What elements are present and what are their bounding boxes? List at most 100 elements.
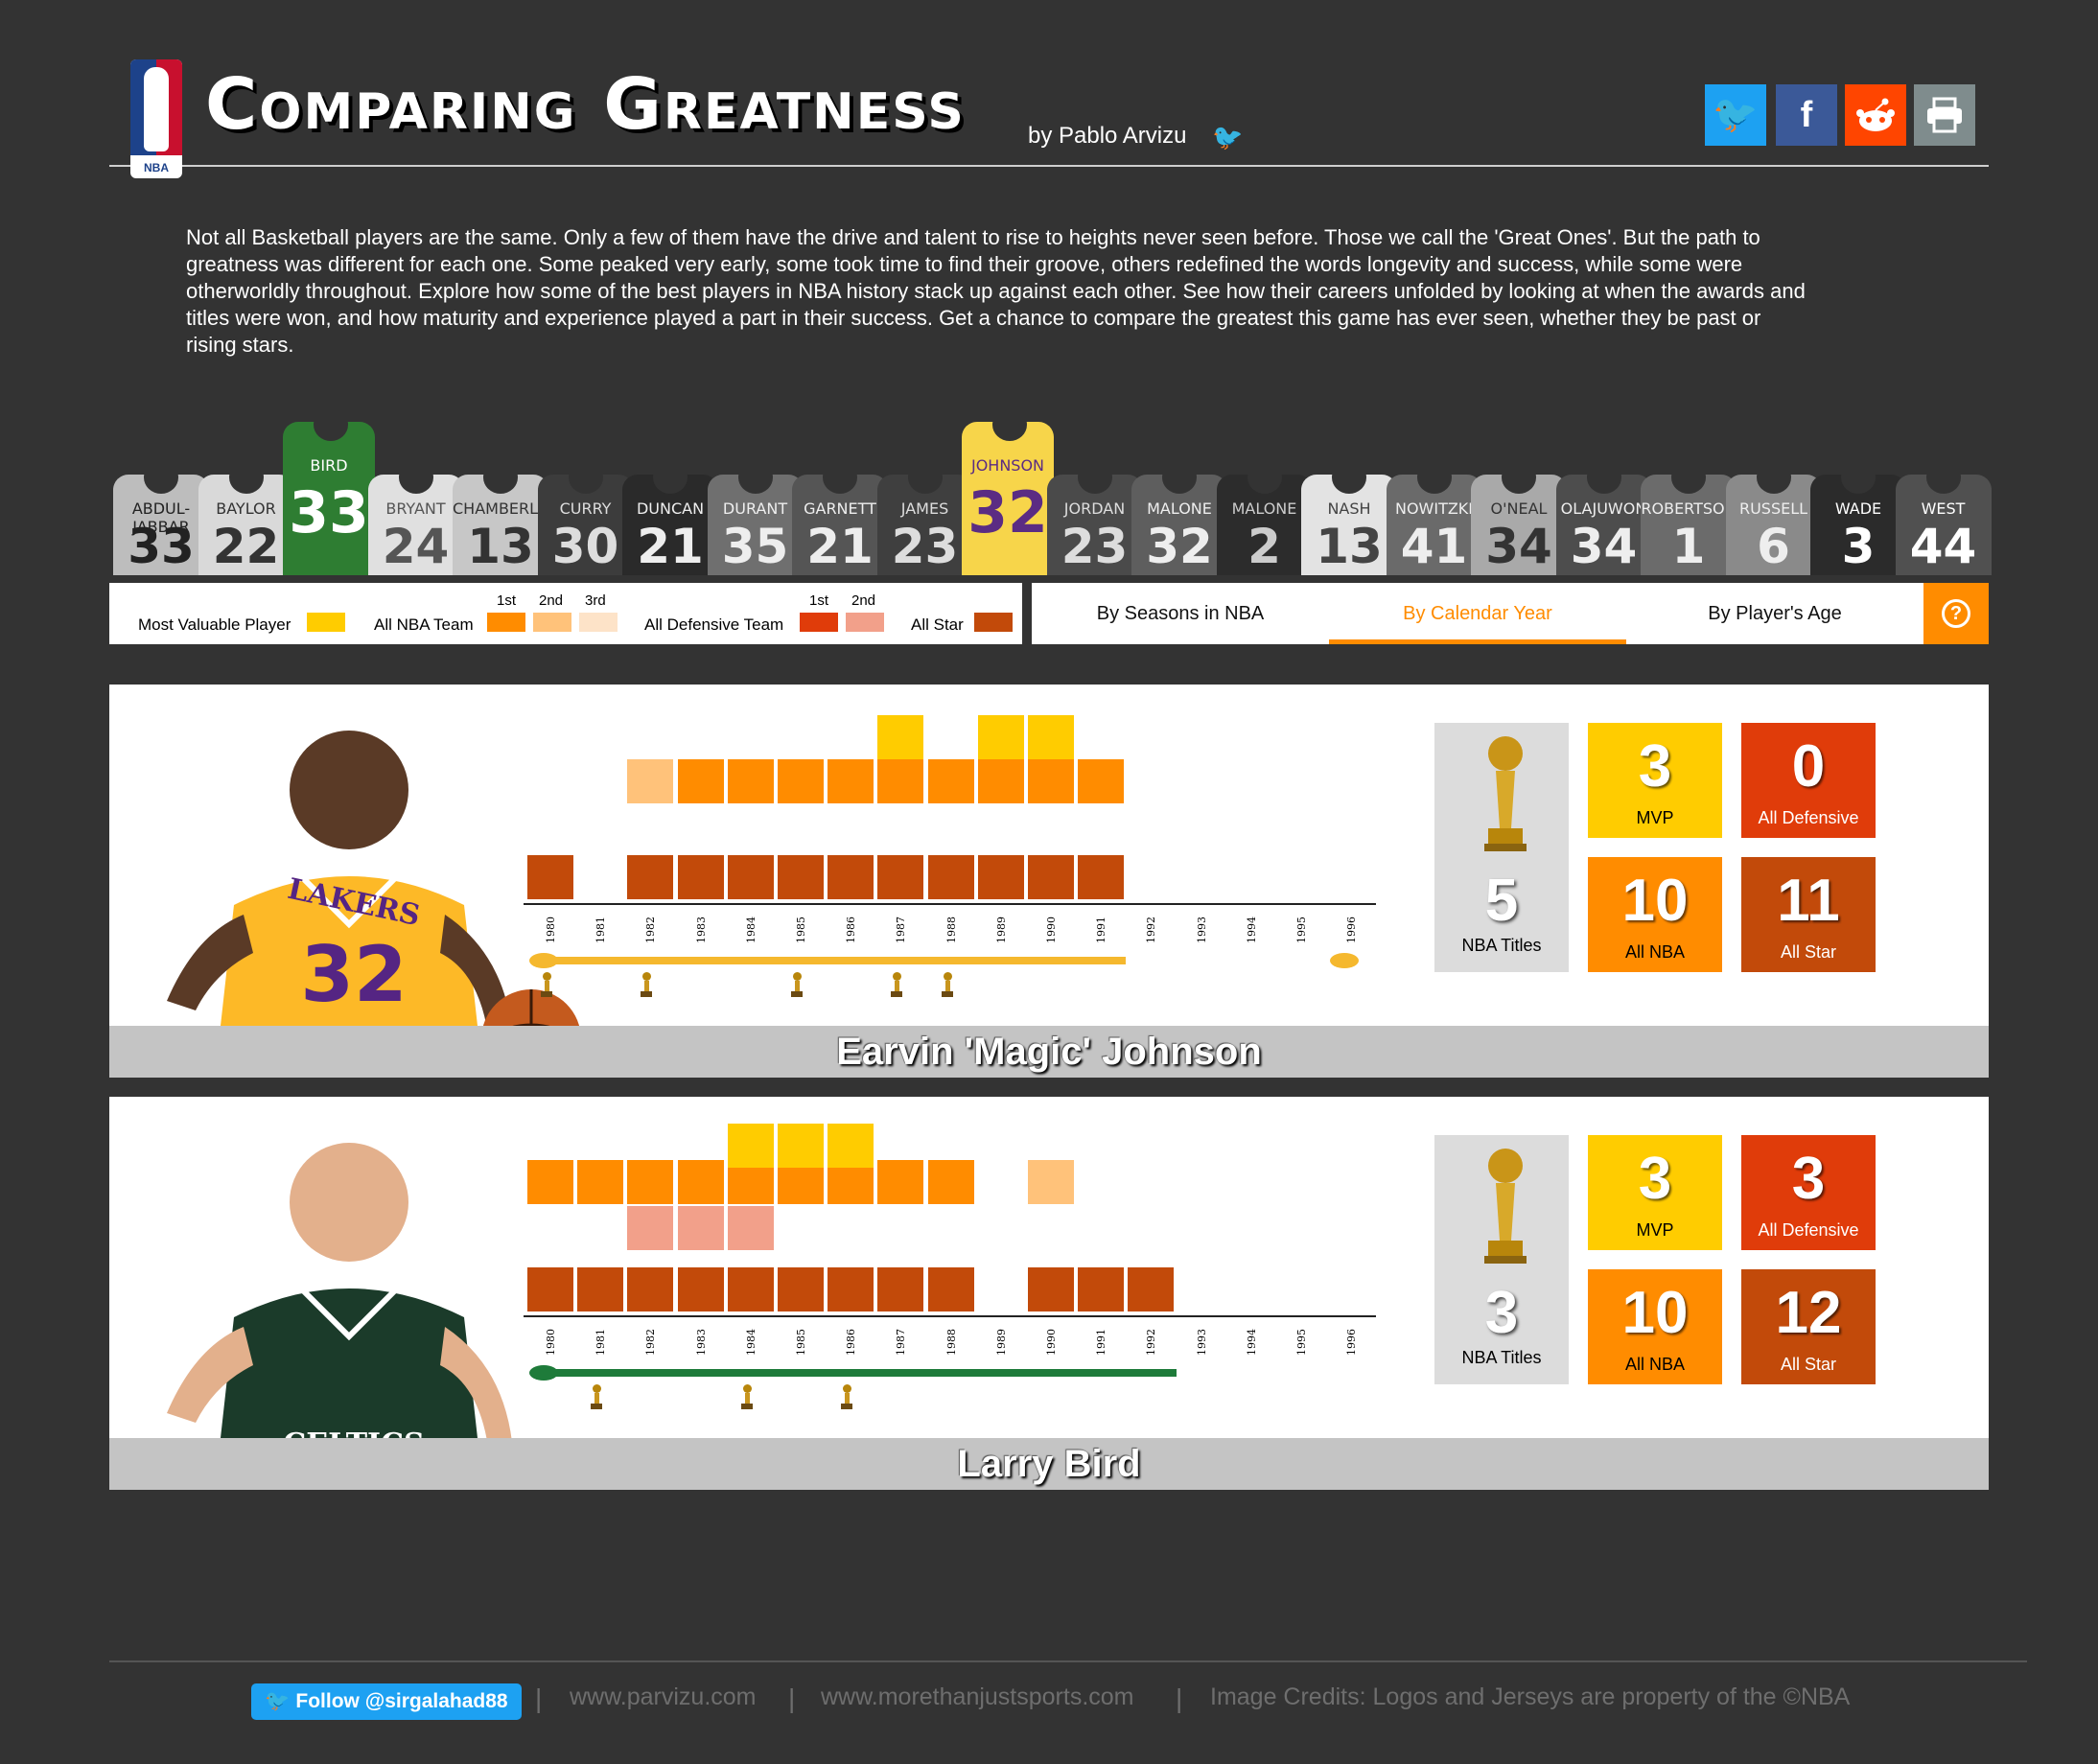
all-star-cell[interactable]	[778, 1267, 824, 1311]
championship-trophy-icon[interactable]	[941, 972, 953, 999]
follow-button[interactable]: 🐦 Follow @sirgalahad88	[251, 1683, 522, 1720]
championship-trophy-icon[interactable]	[841, 1384, 853, 1411]
jersey-number: 23	[891, 519, 959, 574]
jersey-james[interactable]: JAMES 23	[876, 475, 973, 575]
footer-link-morethanjustsports[interactable]: www.morethanjustsports.com	[821, 1683, 1134, 1711]
facebook-share-button[interactable]: f	[1776, 84, 1837, 146]
jersey-jordan[interactable]: JORDAN 23	[1046, 475, 1143, 575]
all-star-cell[interactable]	[778, 855, 824, 899]
all-nba-cell[interactable]	[778, 759, 824, 803]
jersey-collar	[144, 475, 178, 494]
championship-trophy-icon[interactable]	[641, 972, 653, 999]
legend-nba-1st: 1st	[497, 592, 517, 609]
mvp-cell[interactable]	[727, 1124, 774, 1168]
championship-trophy-icon[interactable]	[891, 972, 903, 999]
all-star-cell[interactable]	[927, 855, 974, 899]
all-star-cell[interactable]	[877, 855, 924, 899]
jersey-olajuwon[interactable]: OLAJUWON 34	[1555, 475, 1652, 575]
mvp-cell[interactable]	[828, 1124, 874, 1168]
championship-trophy-icon[interactable]	[541, 972, 552, 999]
jersey-oneal[interactable]: O'NEAL 34	[1471, 475, 1567, 575]
tab-seasons[interactable]: By Seasons in NBA	[1032, 583, 1329, 644]
year-tick-label: 1990	[1045, 917, 1058, 943]
help-button[interactable]: ?	[1923, 583, 1989, 644]
nba-logo[interactable]: NBA	[130, 59, 182, 178]
tab-player-age[interactable]: By Player's Age	[1626, 583, 1923, 644]
jersey-malone[interactable]: MALONE 2	[1216, 475, 1313, 575]
mvp-cell[interactable]	[1028, 715, 1074, 759]
all-nba-cell[interactable]	[1028, 759, 1074, 803]
twitter-share-button[interactable]: 🐦	[1705, 84, 1766, 146]
all-star-cell[interactable]	[527, 1267, 573, 1311]
all-star-cell[interactable]	[877, 1267, 924, 1311]
all-star-cell[interactable]	[577, 1267, 624, 1311]
all-star-cell[interactable]	[1078, 1267, 1125, 1311]
mvp-cell[interactable]	[977, 715, 1024, 759]
all-star-cell[interactable]	[1028, 1267, 1074, 1311]
all-star-cell[interactable]	[727, 1267, 774, 1311]
jersey-malone[interactable]: MALONE 32	[1131, 475, 1227, 575]
championship-trophy-icon[interactable]	[791, 972, 803, 999]
all-star-cell[interactable]	[627, 855, 674, 899]
print-button[interactable]	[1914, 84, 1975, 146]
jersey-bryant[interactable]: BRYANT 24	[367, 475, 464, 575]
all-nba-cell[interactable]	[1078, 759, 1125, 803]
all-star-cell[interactable]	[1128, 1267, 1175, 1311]
all-nba-cell[interactable]	[828, 759, 874, 803]
all-nba-cell[interactable]	[577, 1160, 624, 1204]
jersey-collar	[1077, 475, 1112, 494]
all-defensive-cell[interactable]	[727, 1206, 774, 1250]
all-defensive-cell[interactable]	[677, 1206, 724, 1250]
all-nba-cell[interactable]	[627, 1160, 674, 1204]
jersey-curry[interactable]: CURRY 30	[537, 475, 634, 575]
all-nba-cell[interactable]	[727, 759, 774, 803]
all-nba-cell[interactable]	[677, 759, 724, 803]
all-nba-cell[interactable]	[977, 759, 1024, 803]
reddit-share-button[interactable]	[1845, 84, 1906, 146]
mvp-cell[interactable]	[877, 715, 924, 759]
all-star-cell[interactable]	[627, 1267, 674, 1311]
jersey-nowitzki[interactable]: NOWITZKI 41	[1386, 475, 1482, 575]
all-nba-cell[interactable]	[927, 1160, 974, 1204]
mvp-label: MVP	[1636, 1220, 1674, 1240]
all-nba-cell[interactable]	[877, 1160, 924, 1204]
jersey-nash[interactable]: NASH 13	[1301, 475, 1397, 575]
all-nba-cell[interactable]	[627, 759, 674, 803]
jersey-wade[interactable]: WADE 3	[1810, 475, 1906, 575]
all-star-cell[interactable]	[1078, 855, 1125, 899]
jersey-duncan[interactable]: DUNCAN 21	[622, 475, 718, 575]
all-star-cell[interactable]	[927, 1267, 974, 1311]
jersey-russell[interactable]: RUSSELL 6	[1725, 475, 1822, 575]
jersey-robertson[interactable]: ROBERTSON 1	[1641, 475, 1737, 575]
all-nba-cell[interactable]	[677, 1160, 724, 1204]
jersey-bird[interactable]: BIRD 33	[283, 422, 375, 575]
star-label: All Star	[1780, 1355, 1837, 1374]
jersey-west[interactable]: WEST 44	[1895, 475, 1992, 575]
all-star-cell[interactable]	[677, 1267, 724, 1311]
jersey-chamberlain[interactable]: CHAMBERLAIN13	[453, 475, 548, 575]
all-star-cell[interactable]	[828, 855, 874, 899]
jersey-garnett[interactable]: GARNETT 21	[792, 475, 888, 575]
all-defensive-cell[interactable]	[627, 1206, 674, 1250]
footer-link-parvizu[interactable]: www.parvizu.com	[570, 1683, 757, 1711]
all-star-cell[interactable]	[977, 855, 1024, 899]
all-star-cell[interactable]	[727, 855, 774, 899]
all-star-cell[interactable]	[677, 855, 724, 899]
all-nba-cell[interactable]	[927, 759, 974, 803]
all-star-cell[interactable]	[527, 855, 573, 899]
all-star-cell[interactable]	[828, 1267, 874, 1311]
jersey-durant[interactable]: DURANT 35	[707, 475, 804, 575]
championship-trophy-icon[interactable]	[740, 1384, 753, 1411]
jersey-johnson[interactable]: JOHNSON 32	[962, 422, 1054, 575]
all-star-cell[interactable]	[1028, 855, 1074, 899]
twitter-icon[interactable]: 🐦	[1212, 123, 1243, 152]
championship-trophy-icon[interactable]	[591, 1384, 603, 1411]
all-nba-cell[interactable]	[1028, 1160, 1074, 1204]
jersey-baylor[interactable]: BAYLOR 22	[198, 475, 294, 575]
all-nba-cell[interactable]	[527, 1160, 573, 1204]
jersey-abduljabbar[interactable]: ABDUL-JABBAR 33	[113, 475, 209, 575]
all-nba-cell[interactable]	[877, 759, 924, 803]
tab-calendar-year[interactable]: By Calendar Year	[1329, 583, 1626, 644]
mvp-cell[interactable]	[778, 1124, 824, 1168]
nba-value: 10	[1621, 868, 1689, 934]
